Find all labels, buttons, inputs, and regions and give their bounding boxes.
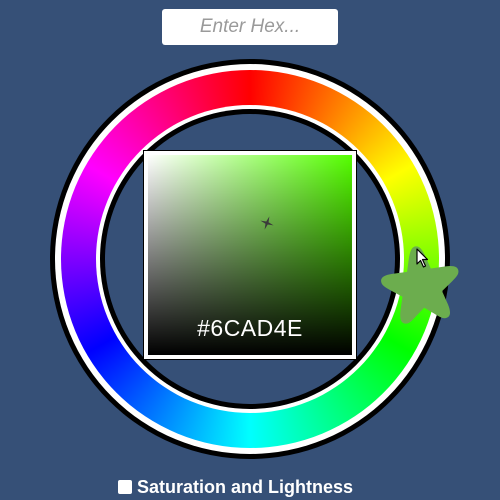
crosshair-icon [260,216,274,230]
saturation-lightness-checkbox[interactable] [118,480,132,494]
color-picker-app: #6CAD4E Saturation and Lightness [0,0,500,500]
hex-input[interactable] [162,9,338,45]
saturation-lightness-label: Saturation and Lightness [137,476,354,497]
selected-hex-label: #6CAD4E [197,315,303,341]
saturation-lightness-toggle[interactable]: Saturation and Lightness [118,476,353,498]
saturation-lightness-square[interactable]: #6CAD4E [143,150,357,360]
mouse-pointer-icon [416,248,429,268]
